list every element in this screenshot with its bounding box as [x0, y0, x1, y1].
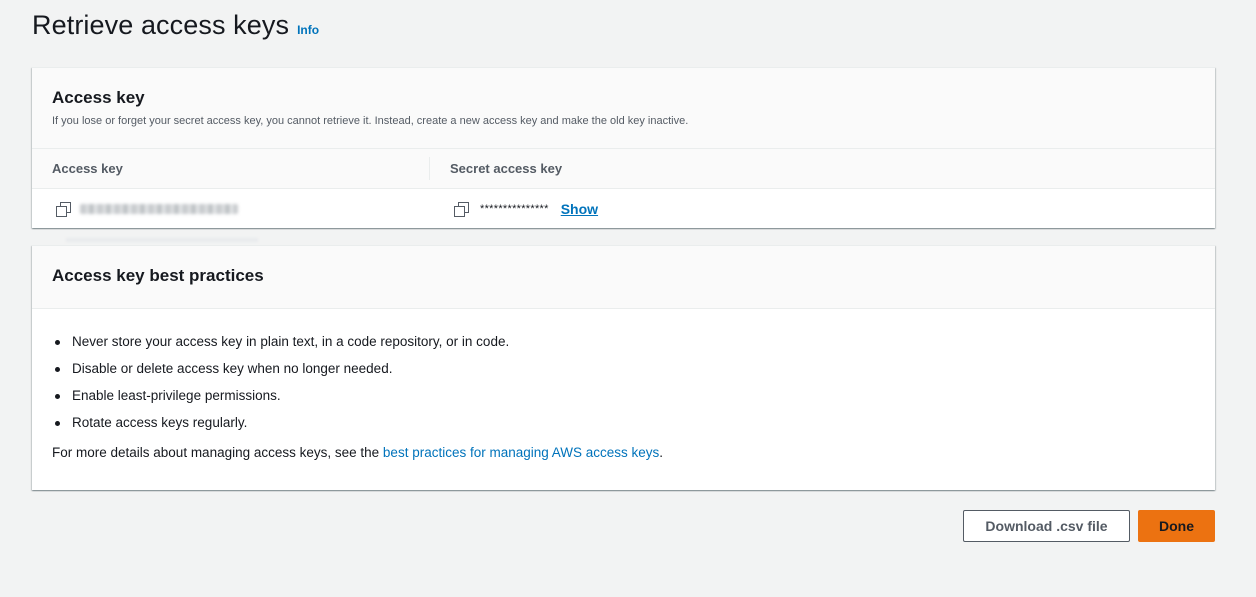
access-key-card: Access key If you lose or forget your se…: [32, 67, 1215, 242]
retrieve-access-keys-page: Retrieve access keys Info Access key If …: [0, 0, 1256, 597]
show-secret-link[interactable]: Show: [561, 201, 598, 217]
list-item: Never store your access key in plain tex…: [52, 333, 1195, 360]
page-header: Retrieve access keys Info: [32, 10, 319, 41]
list-item: Disable or delete access key when no lon…: [52, 360, 1195, 387]
access-key-cell: [32, 201, 430, 242]
best-practices-card: Access key best practices Never store yo…: [32, 245, 1215, 490]
best-practices-list: Never store your access key in plain tex…: [32, 309, 1215, 441]
page-title: Retrieve access keys: [32, 10, 290, 40]
done-button[interactable]: Done: [1138, 510, 1215, 542]
best-practices-link[interactable]: best practices for managing AWS access k…: [383, 445, 659, 460]
copy-icon[interactable]: [454, 201, 469, 217]
column-header-access-key: Access key: [32, 157, 430, 180]
more-suffix: .: [659, 445, 664, 460]
key-table-row: *************** Show: [32, 189, 1215, 242]
access-key-card-header: Access key If you lose or forget your se…: [32, 68, 1215, 149]
best-practices-more-text: For more details about managing access k…: [32, 441, 1215, 460]
secret-access-key-masked: ***************: [480, 202, 549, 215]
list-item: Rotate access keys regularly.: [52, 414, 1195, 441]
column-header-secret-access-key: Secret access key: [450, 161, 563, 176]
more-prefix: For more details about managing access k…: [52, 445, 383, 460]
copy-icon[interactable]: [56, 201, 71, 217]
best-practices-card-title: Access key best practices: [52, 266, 264, 285]
download-csv-button[interactable]: Download .csv file: [963, 510, 1130, 542]
best-practices-card-header: Access key best practices: [32, 246, 1215, 309]
key-table-header: Access key Secret access key: [32, 149, 1215, 189]
access-key-card-description: If you lose or forget your secret access…: [52, 115, 689, 127]
info-link[interactable]: Info: [297, 23, 319, 37]
redaction-underline: [66, 237, 258, 242]
access-key-card-title: Access key: [52, 88, 145, 107]
access-key-value-redacted: [80, 203, 238, 214]
secret-access-key-cell: *************** Show: [430, 201, 598, 217]
list-item: Enable least-privilege permissions.: [52, 387, 1195, 414]
